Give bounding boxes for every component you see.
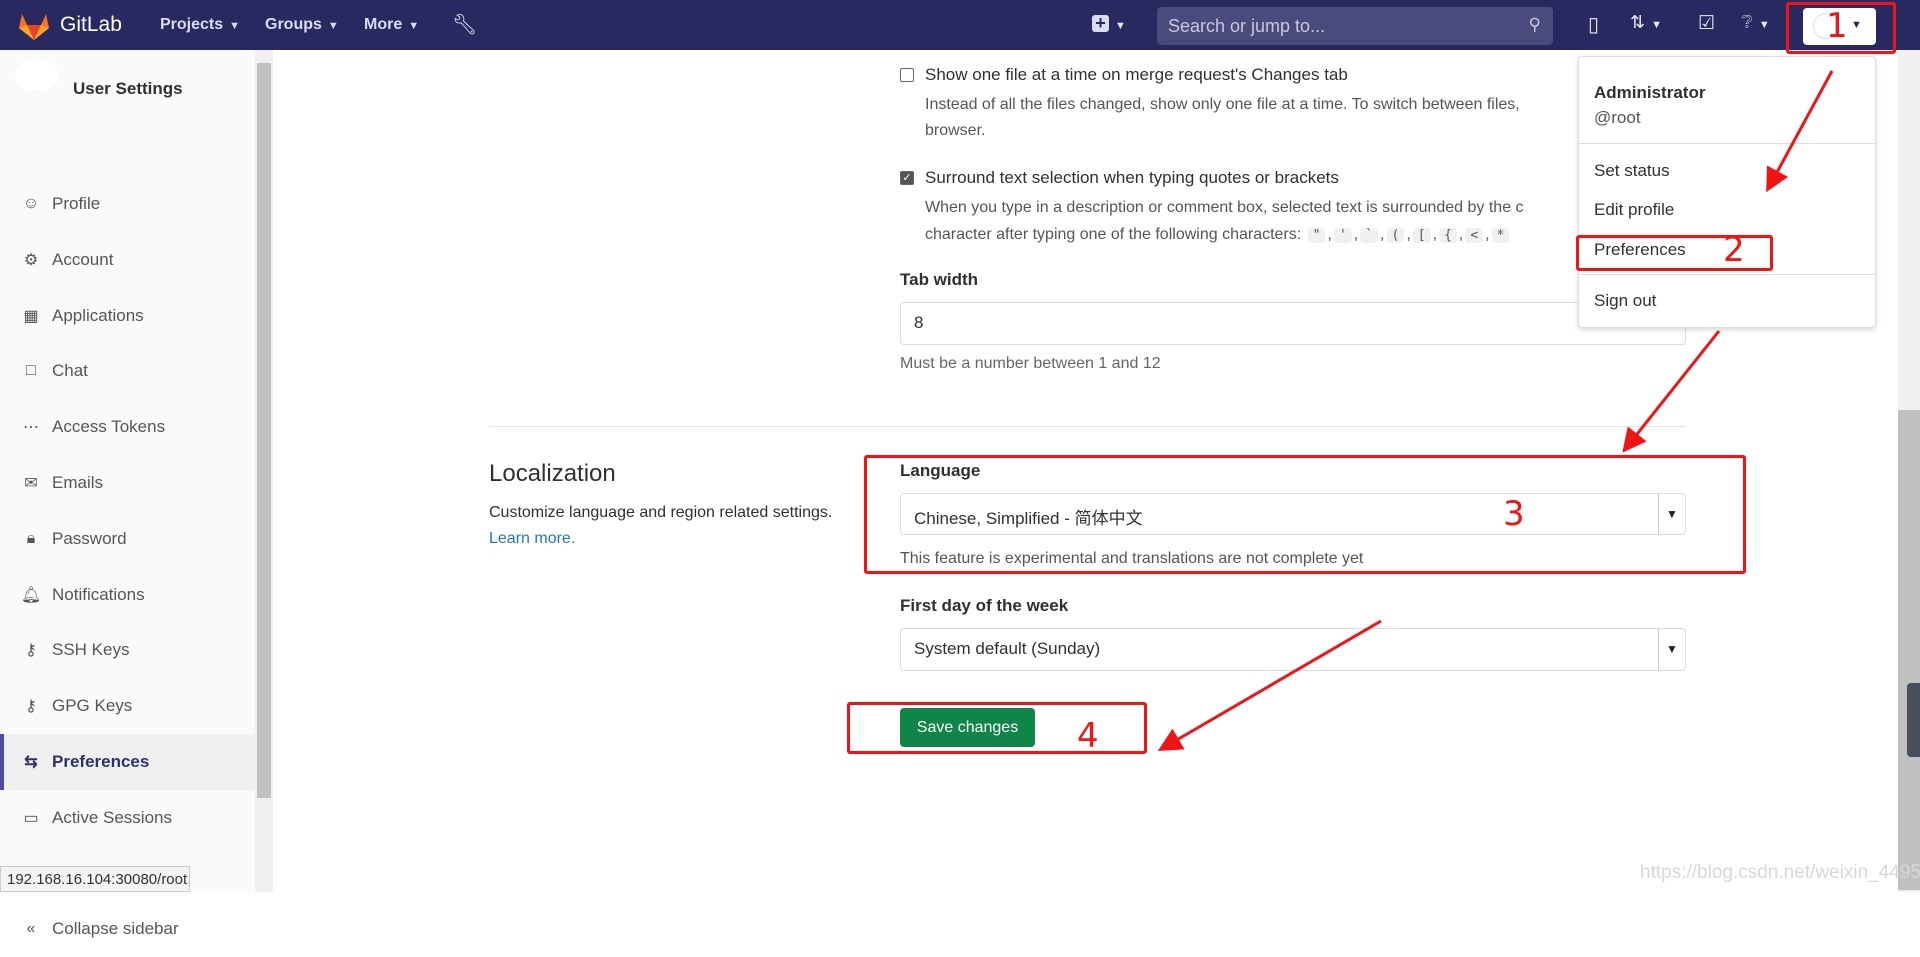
collapse-icon: «	[26, 920, 36, 938]
annotation-arrow-3	[1157, 619, 1382, 752]
annotation-arrow-2	[1622, 330, 1721, 453]
sidebar-item-label: Collapse sidebar	[52, 919, 179, 939]
sidebar-item-collapse-sidebar[interactable]: « Collapse sidebar	[0, 901, 255, 957]
annotation-arrow-1	[1766, 70, 1834, 193]
annotation-arrows	[1157, 70, 1834, 752]
